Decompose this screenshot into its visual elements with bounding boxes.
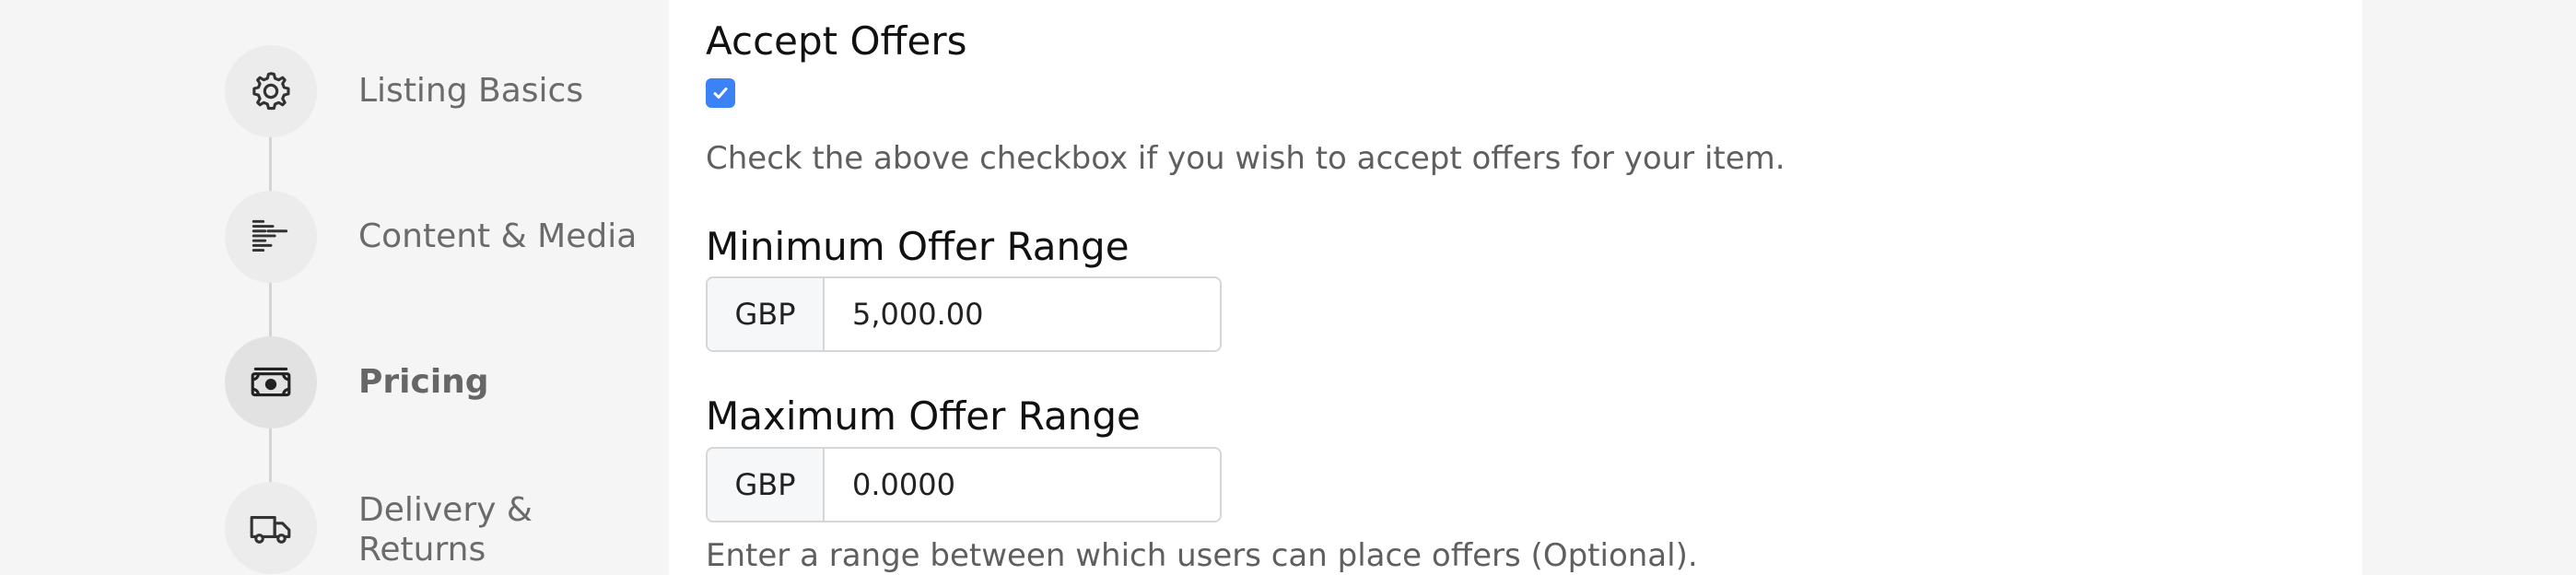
step-delivery-returns-label-line1: Delivery & bbox=[358, 491, 533, 529]
checkmark-icon bbox=[713, 88, 728, 99]
step-delivery-returns-label-line2: Returns bbox=[358, 531, 486, 569]
step-connector bbox=[269, 282, 272, 337]
truck-icon bbox=[250, 515, 291, 544]
accept-offers-help-text: Check the above checkbox if you wish to … bbox=[706, 140, 1786, 177]
gear-icon bbox=[252, 72, 290, 111]
minimum-offer-range-title: Minimum Offer Range bbox=[706, 224, 1130, 269]
maximum-offer-range-title: Maximum Offer Range bbox=[706, 393, 1141, 439]
accept-offers-checkbox[interactable] bbox=[706, 78, 735, 108]
minimum-offer-currency-addon: GBP bbox=[708, 278, 825, 350]
step-content-media-circle[interactable] bbox=[225, 191, 317, 283]
maximum-offer-input[interactable] bbox=[825, 449, 1220, 521]
step-pricing-label[interactable]: Pricing bbox=[358, 362, 489, 402]
step-listing-basics-label[interactable]: Listing Basics bbox=[358, 71, 583, 111]
maximum-offer-input-group: GBP bbox=[706, 447, 1222, 522]
maximum-offer-currency-addon: GBP bbox=[708, 449, 825, 521]
offer-range-help-text: Enter a range between which users can pl… bbox=[706, 537, 1698, 574]
step-pricing-circle[interactable] bbox=[225, 336, 317, 428]
step-connector bbox=[269, 428, 272, 483]
minimum-offer-input[interactable] bbox=[825, 278, 1220, 350]
step-sidebar: Listing Basics Content & Media Pricing D… bbox=[0, 0, 669, 575]
text-align-icon bbox=[252, 219, 288, 252]
banknote-icon bbox=[251, 367, 291, 397]
step-delivery-returns-label[interactable]: Delivery & Returns bbox=[358, 490, 533, 569]
minimum-offer-input-group: GBP bbox=[706, 276, 1222, 352]
accept-offers-title: Accept Offers bbox=[706, 18, 967, 64]
step-content-media-label[interactable]: Content & Media bbox=[358, 217, 637, 256]
step-connector bbox=[269, 136, 272, 192]
step-listing-basics-circle[interactable] bbox=[225, 45, 317, 137]
step-delivery-returns-circle[interactable] bbox=[225, 482, 317, 574]
